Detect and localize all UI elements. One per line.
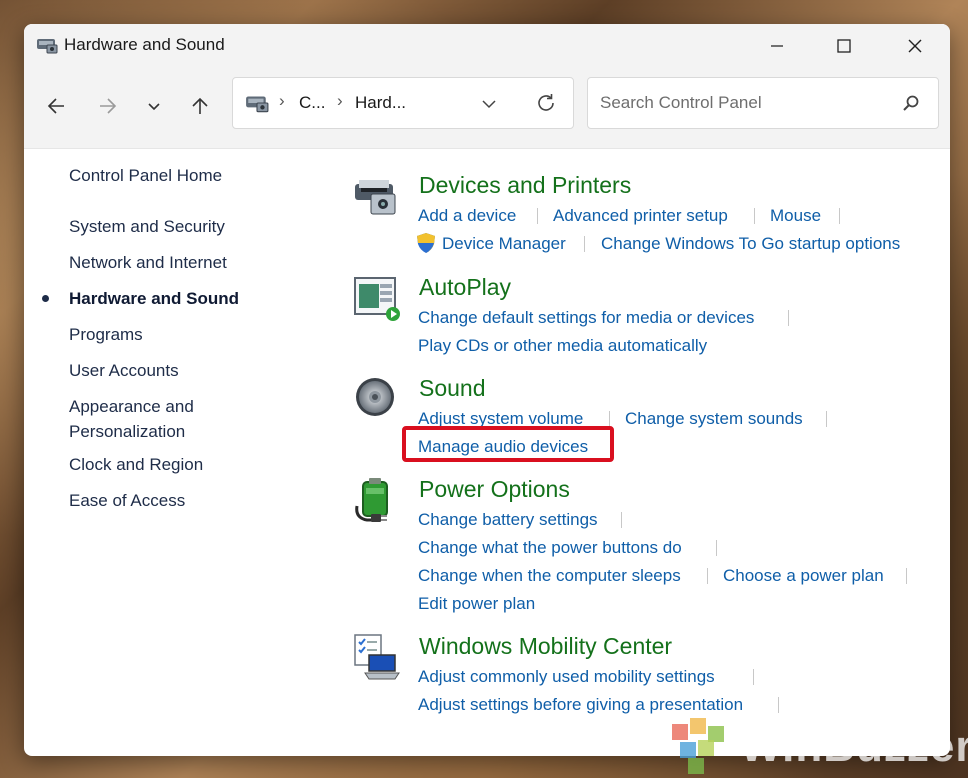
- category-title[interactable]: Sound: [419, 375, 486, 402]
- sidebar-home-link[interactable]: Control Panel Home: [69, 163, 222, 188]
- breadcrumb-hardware-and-sound[interactable]: Hard...: [355, 93, 406, 113]
- link-separator: [778, 697, 779, 713]
- recent-locations-button[interactable]: [138, 90, 170, 122]
- sidebar-item-network-and-internet[interactable]: Network and Internet: [69, 250, 227, 275]
- link-separator: [716, 540, 717, 556]
- link-separator: [584, 236, 585, 252]
- link-separator: [754, 208, 755, 224]
- link-separator: [753, 669, 754, 685]
- shield-icon: [417, 233, 435, 253]
- link-mouse[interactable]: Mouse: [770, 206, 821, 226]
- search-input[interactable]: [598, 90, 892, 116]
- link-separator: [609, 411, 610, 427]
- search-box[interactable]: [587, 77, 939, 129]
- link-separator: [788, 310, 789, 326]
- link-change-battery-settings[interactable]: Change battery settings: [418, 510, 598, 530]
- close-icon: [908, 39, 922, 53]
- control-panel-window: Hardware and Sound › C... › Hard... Sear…: [24, 24, 950, 756]
- minimize-button[interactable]: [754, 24, 800, 68]
- breadcrumb-control-panel[interactable]: C...: [299, 93, 325, 113]
- chevron-down-icon[interactable]: [481, 96, 497, 112]
- watermark-text: WinBuzzer: [740, 722, 968, 771]
- control-panel-icon: [37, 39, 58, 54]
- sidebar-item-programs[interactable]: Programs: [69, 322, 143, 347]
- sidebar-item-label: Hardware and Sound: [69, 289, 240, 308]
- battery-icon: [355, 478, 388, 522]
- highlight-box: [402, 426, 614, 462]
- category-title[interactable]: Power Options: [419, 476, 570, 503]
- category-title[interactable]: Windows Mobility Center: [419, 633, 672, 660]
- address-bar[interactable]: › C... › Hard...: [232, 77, 574, 129]
- speaker-icon: [356, 378, 394, 416]
- arrow-up-icon: [192, 97, 208, 114]
- link-adjust-presentation-settings[interactable]: Adjust settings before giving a presenta…: [418, 695, 743, 715]
- breadcrumb-separator: ›: [337, 91, 343, 110]
- arrow-right-icon: [100, 98, 117, 114]
- active-indicator: [42, 295, 49, 302]
- link-separator: [826, 411, 827, 427]
- link-edit-power-plan[interactable]: Edit power plan: [418, 594, 535, 614]
- back-button[interactable]: [40, 90, 72, 122]
- autoplay-icon: [354, 277, 400, 321]
- winbuzzer-logo-icon: [672, 718, 724, 774]
- arrow-left-icon: [47, 98, 64, 114]
- link-separator: [839, 208, 840, 224]
- sidebar-item-system-and-security[interactable]: System and Security: [69, 214, 225, 239]
- up-button[interactable]: [184, 90, 216, 122]
- minimize-icon: [771, 45, 783, 47]
- link-separator: [621, 512, 622, 528]
- link-adjust-mobility-settings[interactable]: Adjust commonly used mobility settings: [418, 667, 715, 687]
- sidebar-item-appearance[interactable]: Appearance and: [69, 394, 194, 419]
- link-separator: [537, 208, 538, 224]
- refresh-icon[interactable]: [535, 92, 557, 114]
- link-change-default-settings[interactable]: Change default settings for media or dev…: [418, 308, 754, 328]
- link-separator: [906, 568, 907, 584]
- chevron-down-icon: [148, 103, 160, 111]
- sidebar-item-personalization[interactable]: Personalization: [69, 419, 185, 444]
- link-play-cds-automatically[interactable]: Play CDs or other media automatically: [418, 336, 707, 356]
- link-change-power-buttons[interactable]: Change what the power buttons do: [418, 538, 682, 558]
- winbuzzer-watermark: WinBuzzer: [664, 716, 968, 776]
- link-change-when-computer-sleeps[interactable]: Change when the computer sleeps: [418, 566, 681, 586]
- sidebar-item-ease-of-access[interactable]: Ease of Access: [69, 488, 185, 513]
- window-title: Hardware and Sound: [64, 35, 225, 54]
- forward-button[interactable]: [92, 90, 124, 122]
- link-choose-power-plan[interactable]: Choose a power plan: [723, 566, 884, 586]
- category-title[interactable]: Devices and Printers: [419, 172, 631, 199]
- sidebar-item-clock-and-region[interactable]: Clock and Region: [69, 452, 203, 477]
- sidebar-item-user-accounts[interactable]: User Accounts: [69, 358, 179, 383]
- title-bar: Hardware and Sound: [24, 24, 950, 68]
- link-add-a-device[interactable]: Add a device: [418, 206, 516, 226]
- navigation-bar: › C... › Hard...: [24, 68, 950, 149]
- search-icon[interactable]: [902, 94, 920, 112]
- devices-printers-icon: [355, 180, 396, 215]
- link-advanced-printer-setup[interactable]: Advanced printer setup: [553, 206, 728, 226]
- category-title[interactable]: AutoPlay: [419, 274, 511, 301]
- link-separator: [707, 568, 708, 584]
- mobility-center-icon: [354, 634, 400, 680]
- maximize-icon: [837, 39, 851, 53]
- breadcrumb-separator: ›: [279, 91, 285, 110]
- link-change-windows-to-go[interactable]: Change Windows To Go startup options: [601, 234, 900, 254]
- maximize-button[interactable]: [821, 24, 867, 68]
- close-button[interactable]: [892, 24, 938, 68]
- sidebar-item-hardware-and-sound[interactable]: Hardware and Sound: [42, 286, 240, 311]
- control-panel-icon: [246, 96, 269, 113]
- link-device-manager[interactable]: Device Manager: [442, 234, 566, 254]
- link-change-system-sounds[interactable]: Change system sounds: [625, 409, 803, 429]
